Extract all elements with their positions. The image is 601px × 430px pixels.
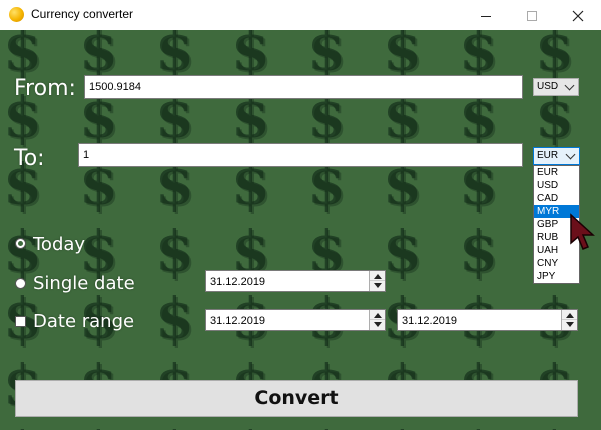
coin-icon	[9, 7, 24, 22]
main-panel: $ $ From: USD To: EUR EUR USD CAD MYR GB…	[0, 30, 601, 430]
minimize-icon	[481, 15, 491, 17]
date-range-checkbox[interactable]	[15, 316, 26, 327]
single-date-spinner[interactable]	[369, 271, 385, 291]
from-label: From:	[14, 76, 76, 101]
currency-option-usd[interactable]: USD	[534, 179, 579, 192]
close-icon	[572, 10, 584, 22]
mouse-cursor-icon	[570, 213, 595, 250]
range-start-date-picker[interactable]: 31.12.2019	[205, 309, 386, 331]
spin-up-icon[interactable]	[562, 310, 577, 320]
spin-down-icon[interactable]	[370, 281, 385, 291]
maximize-button[interactable]	[509, 0, 555, 30]
today-radio[interactable]	[15, 238, 26, 249]
single-date-picker[interactable]: 31.12.2019	[205, 270, 386, 292]
from-currency-select[interactable]: USD	[533, 78, 579, 96]
window-title: Currency converter	[31, 7, 134, 21]
maximize-icon	[527, 11, 537, 22]
to-label: To:	[14, 146, 45, 171]
date-range-label: Date range	[33, 311, 135, 332]
range-end-date-value: 31.12.2019	[402, 315, 458, 327]
from-amount-input[interactable]	[84, 75, 523, 99]
to-amount-input[interactable]	[78, 143, 523, 167]
convert-button[interactable]: Convert	[15, 380, 578, 417]
chevron-down-icon	[564, 80, 575, 91]
single-date-value: 31.12.2019	[210, 276, 266, 288]
spin-down-icon[interactable]	[370, 320, 385, 330]
from-currency-value: USD	[537, 81, 559, 92]
close-button[interactable]	[555, 0, 601, 30]
currency-option-jpy[interactable]: JPY	[534, 270, 579, 283]
range-end-spinner[interactable]	[561, 310, 577, 330]
spin-up-icon[interactable]	[370, 271, 385, 281]
to-currency-select[interactable]: EUR	[533, 147, 580, 165]
spin-up-icon[interactable]	[370, 310, 385, 320]
single-date-radio[interactable]	[15, 278, 26, 289]
currency-option-cny[interactable]: CNY	[534, 257, 579, 270]
range-end-date-picker[interactable]: 31.12.2019	[397, 309, 578, 331]
single-date-label: Single date	[33, 273, 135, 294]
chevron-down-icon	[565, 149, 576, 160]
range-start-spinner[interactable]	[369, 310, 385, 330]
to-currency-value: EUR	[537, 150, 559, 161]
currency-option-cad[interactable]: CAD	[534, 192, 579, 205]
spin-down-icon[interactable]	[562, 320, 577, 330]
minimize-button[interactable]	[463, 0, 509, 30]
title-bar: Currency converter	[0, 0, 601, 30]
today-label: Today	[33, 234, 86, 255]
range-start-date-value: 31.12.2019	[210, 315, 266, 327]
currency-option-eur[interactable]: EUR	[534, 166, 579, 179]
